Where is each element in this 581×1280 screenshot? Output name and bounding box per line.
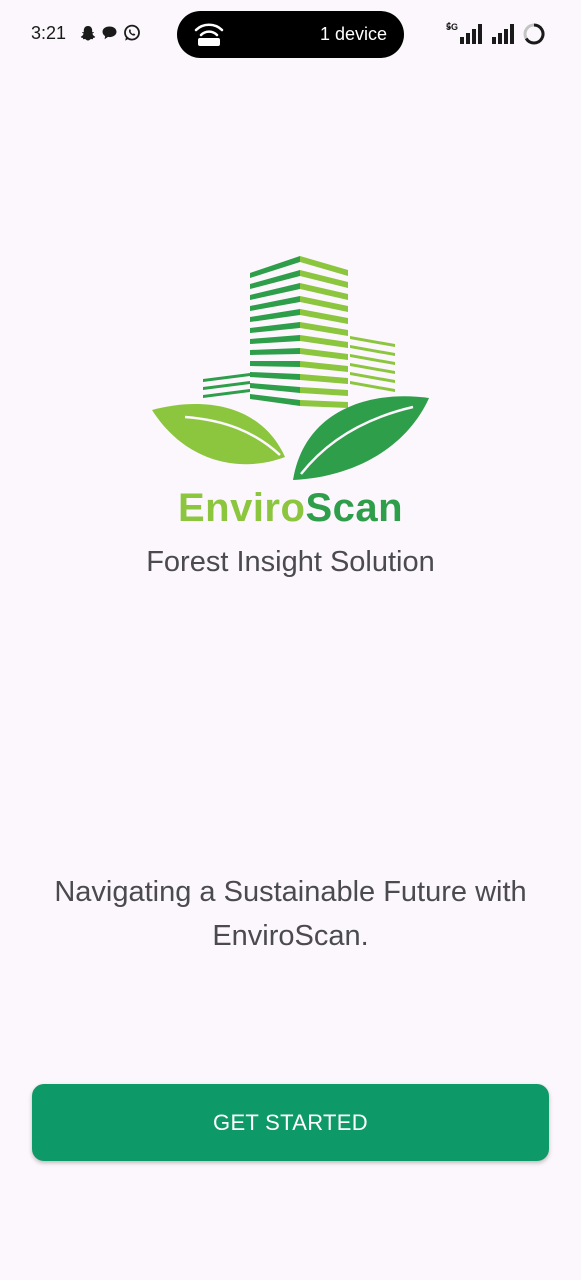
chat-bubble-icon: [102, 26, 117, 40]
system-icons: 5G: [446, 22, 546, 46]
hotspot-indicator[interactable]: 1 device: [177, 11, 404, 58]
logo-right-leaf: [293, 396, 429, 480]
signal-5g-icon: 5G: [446, 22, 484, 46]
hotspot-device-count: 1 device: [319, 24, 387, 44]
snapchat-icon: [80, 25, 96, 40]
enviroscan-logo: [152, 256, 429, 480]
whatsapp-icon: [124, 24, 140, 41]
logo-left-tower: [203, 373, 250, 398]
brand-name-part1: Enviro: [177, 486, 306, 530]
notification-icons: [80, 24, 141, 42]
logo-main-tower-left: [250, 256, 300, 406]
logo-right-tower: [350, 336, 395, 392]
brand-subtitle: Forest Insight Solution: [146, 546, 435, 578]
brand-name-part2: Scan: [305, 486, 404, 530]
hotspot-icon: [194, 23, 224, 46]
logo-left-leaf: [152, 404, 285, 465]
status-time: 3:21: [31, 23, 67, 43]
tagline: Navigating a Sustainable Future with Env…: [54, 876, 527, 952]
brand-name: EnviroScan: [0, 486, 581, 531]
battery-ring-icon: [523, 23, 545, 45]
logo-main-tower-right: [300, 256, 348, 408]
status-bar: 3:21 1 device 5G: [0, 0, 581, 70]
get-started-button[interactable]: GET STARTED: [32, 1084, 549, 1161]
signal-bars-icon: [492, 24, 514, 44]
